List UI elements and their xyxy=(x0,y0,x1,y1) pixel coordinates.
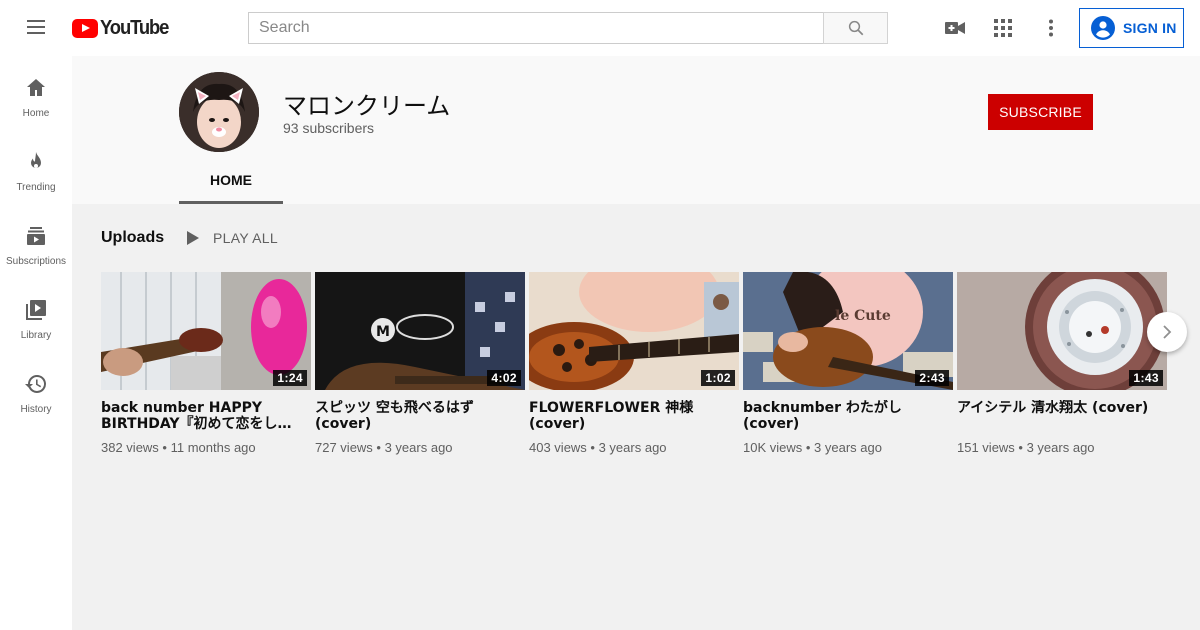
sign-in-button[interactable]: SIGN IN xyxy=(1079,8,1184,48)
account-circle-icon xyxy=(1091,16,1115,40)
video-meta: 10K views • 3 years ago xyxy=(743,440,882,455)
sidebar-item-library[interactable]: Library xyxy=(0,278,72,352)
video-age: 11 months ago xyxy=(170,440,256,455)
video-card: le Cute 2:43 backnumber わたがし (cover) 10K… xyxy=(743,272,953,456)
video-views: 10K views xyxy=(743,440,803,455)
video-thumbnail[interactable]: M 4:02 xyxy=(315,272,525,390)
play-all-label: PLAY ALL xyxy=(213,230,278,246)
video-title[interactable]: backnumber わたがし (cover) xyxy=(743,400,953,432)
video-title[interactable]: スピッツ 空も飛べるはず (cover) xyxy=(315,400,525,432)
sidebar-item-label: Subscriptions xyxy=(5,256,67,267)
search-input[interactable]: Search xyxy=(248,12,824,44)
sign-in-label: SIGN IN xyxy=(1123,20,1177,36)
channel-header: マロンクリーム 93 subscribers SUBSCRIBE HOME xyxy=(72,56,1200,204)
video-age: 3 years ago xyxy=(814,440,882,455)
uploads-section: Uploads PLAY ALL 1:24 back number HAPPY … xyxy=(72,204,1200,630)
video-age: 3 years ago xyxy=(1026,440,1095,455)
sidebar-item-home[interactable]: Home xyxy=(0,56,72,130)
home-icon xyxy=(27,79,45,96)
channel-avatar[interactable] xyxy=(179,72,259,152)
video-meta: 151 views • 3 years ago xyxy=(957,440,1095,455)
sidebar: Home Trending Subscriptions Library Hist… xyxy=(0,56,72,630)
video-meta: 727 views • 3 years ago xyxy=(315,440,453,455)
logo-text: YouTube xyxy=(100,16,169,39)
play-icon xyxy=(187,231,199,245)
video-views: 382 views xyxy=(101,440,159,455)
sidebar-item-label: History xyxy=(20,404,52,415)
video-thumbnail[interactable]: 1:02 xyxy=(529,272,739,390)
video-thumbnail[interactable]: 1:43 xyxy=(957,272,1167,390)
video-camera-icon[interactable] xyxy=(943,16,967,40)
subscribe-button[interactable]: SUBSCRIBE xyxy=(988,94,1093,130)
subscriptions-icon xyxy=(27,227,45,245)
youtube-play-icon xyxy=(72,18,98,38)
video-title[interactable]: back number HAPPY BIRTHDAY『初めて恋をし… xyxy=(101,400,311,432)
next-arrow-button[interactable] xyxy=(1147,312,1187,352)
video-meta: 382 views • 11 months ago xyxy=(101,440,256,455)
sidebar-item-label: Home xyxy=(22,108,50,119)
video-views: 151 views xyxy=(957,440,1015,455)
subscriber-count: 93 subscribers xyxy=(283,120,375,136)
video-card: 1:43 アイシテル 清水翔太 (cover) 151 views • 3 ye… xyxy=(957,272,1167,456)
video-meta: 403 views • 3 years ago xyxy=(529,440,667,455)
menu-icon[interactable] xyxy=(24,16,48,40)
channel-name: マロンクリーム xyxy=(283,92,451,120)
video-views: 403 views xyxy=(529,440,587,455)
video-title[interactable]: FLOWERFLOWER 神様 (cover) xyxy=(529,400,739,432)
video-duration: 2:43 xyxy=(915,370,949,386)
svg-text:M: M xyxy=(376,324,390,340)
svg-text:le Cute: le Cute xyxy=(835,308,891,324)
video-views: 727 views xyxy=(315,440,373,455)
video-duration: 1:02 xyxy=(701,370,735,386)
chevron-right-icon xyxy=(1163,325,1172,339)
search-button[interactable] xyxy=(823,12,888,44)
flame-icon xyxy=(31,152,41,168)
video-duration: 1:43 xyxy=(1129,370,1163,386)
sidebar-item-label: Library xyxy=(20,330,52,341)
search-icon xyxy=(848,20,863,36)
top-bar: YouTube Search SIGN IN xyxy=(0,0,1200,56)
video-duration: 4:02 xyxy=(487,370,521,386)
apps-grid-icon[interactable] xyxy=(991,16,1015,40)
sidebar-item-trending[interactable]: Trending xyxy=(0,130,72,204)
more-vertical-icon[interactable] xyxy=(1039,16,1063,40)
play-all-button[interactable]: PLAY ALL xyxy=(187,228,278,248)
video-age: 3 years ago xyxy=(384,440,453,455)
video-thumbnail[interactable]: le Cute 2:43 xyxy=(743,272,953,390)
history-icon xyxy=(25,375,46,393)
youtube-logo[interactable]: YouTube xyxy=(72,17,174,39)
library-icon xyxy=(26,300,46,320)
sidebar-item-history[interactable]: History xyxy=(0,352,72,426)
sidebar-item-label: Trending xyxy=(16,182,56,193)
video-card: 1:24 back number HAPPY BIRTHDAY『初めて恋をし… … xyxy=(101,272,311,456)
video-age: 3 years ago xyxy=(598,440,667,455)
uploads-title[interactable]: Uploads xyxy=(101,229,164,247)
video-duration: 1:24 xyxy=(273,370,307,386)
video-card: 1:02 FLOWERFLOWER 神様 (cover) 403 views •… xyxy=(529,272,739,456)
video-thumbnail[interactable]: 1:24 xyxy=(101,272,311,390)
video-card: M 4:02 スピッツ 空も飛べるはず (cover) 727 views • … xyxy=(315,272,525,456)
tab-home[interactable]: HOME xyxy=(179,160,283,204)
video-title[interactable]: アイシテル 清水翔太 (cover) xyxy=(957,400,1167,432)
sidebar-item-subscriptions[interactable]: Subscriptions xyxy=(0,204,72,278)
